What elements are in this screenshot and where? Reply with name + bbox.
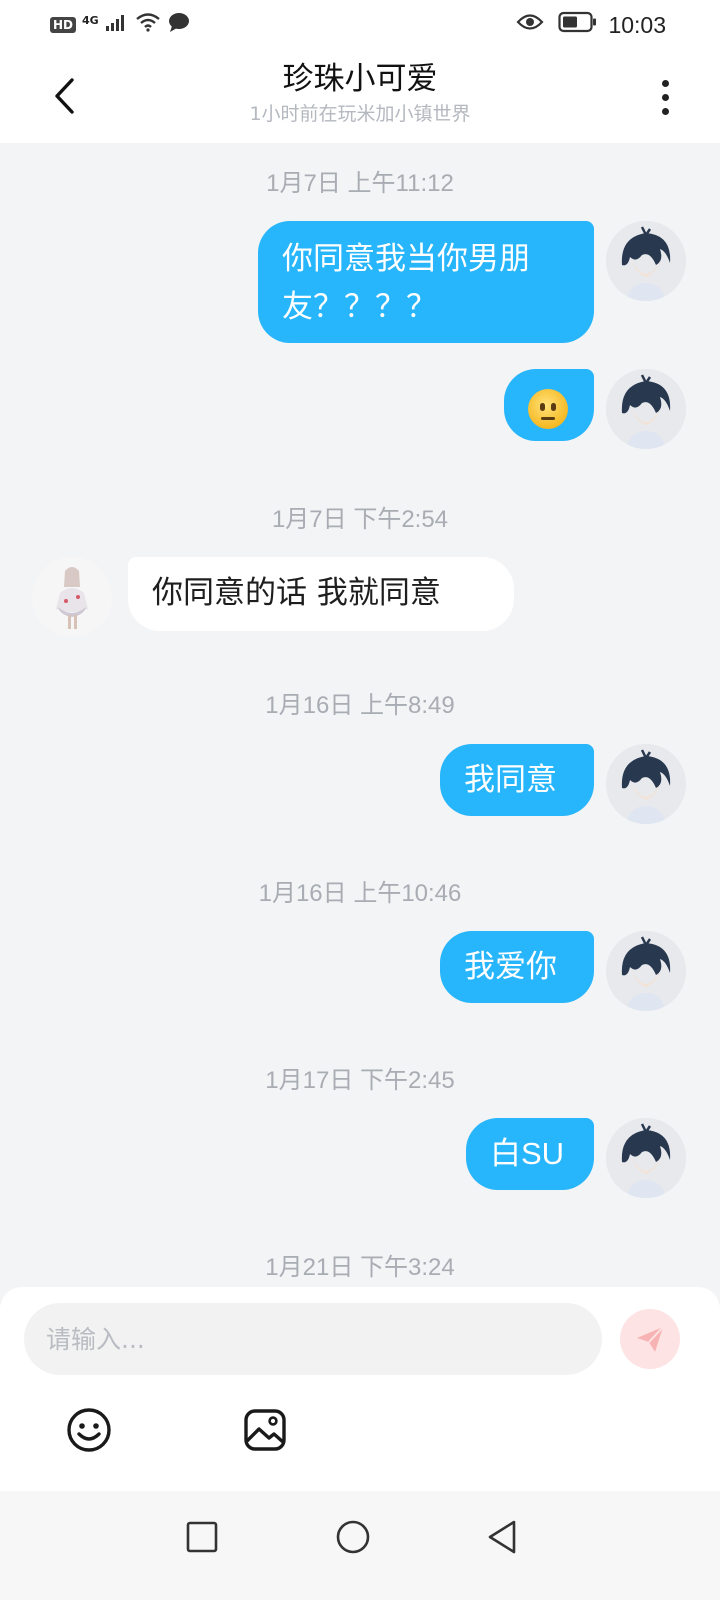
message-timestamp: 1月7日 下午2:54 (271, 506, 449, 533)
message-row-received: 你同意的话 我就同意 (0, 557, 720, 637)
more-dot (661, 93, 669, 101)
sent-message-bubble[interactable]: 我同意 (440, 744, 594, 816)
message-row-sent: 我同意 (0, 744, 720, 824)
sent-emoji-bubble[interactable] (504, 369, 594, 441)
recent-apps-icon (186, 1521, 218, 1553)
contact-name: 珍珠小可爱 (282, 61, 438, 97)
chat-message-list[interactable]: 1月7日 上午11:12 你同意我当你男朋 友？？？？ 1月7日 下午2:54 … (0, 143, 720, 1313)
status-left: HD 4G (50, 11, 191, 39)
my-avatar[interactable] (606, 931, 686, 1011)
back-triangle-icon (488, 1520, 516, 1554)
contact-status: 1小时前在玩米加小镇世界 (249, 103, 471, 125)
my-avatar[interactable] (606, 221, 686, 301)
received-message-bubble[interactable]: 你同意的话 我就同意 (128, 557, 514, 631)
system-navigation-bar (0, 1491, 720, 1600)
message-row-sent: 白SU (0, 1118, 720, 1198)
recent-apps-button[interactable] (177, 1512, 227, 1562)
send-icon (637, 1326, 664, 1352)
message-row-sent (0, 369, 720, 449)
chat-header: 珍珠小可爱 1小时前在玩米加小镇世界 (0, 50, 720, 143)
wifi-icon (135, 12, 161, 38)
message-input[interactable] (24, 1303, 602, 1375)
clock: 10:03 (608, 11, 666, 38)
home-icon (336, 1520, 370, 1554)
signal-icon (105, 12, 129, 38)
more-options-button[interactable] (650, 74, 680, 120)
more-dot (661, 79, 669, 87)
home-button[interactable] (328, 1512, 378, 1562)
sent-message-bubble[interactable]: 白SU (466, 1118, 594, 1190)
message-timestamp: 1月7日 上午11:12 (266, 170, 454, 197)
sent-message-bubble[interactable]: 我爱你 (440, 931, 594, 1003)
my-avatar[interactable] (606, 744, 686, 824)
network-type: 4G (82, 13, 99, 27)
message-row-sent: 我爱你 (0, 931, 720, 1011)
message-timestamp: 1月16日 上午8:49 (265, 692, 455, 719)
message-row-sent: 你同意我当你男朋 友？？？？ (0, 221, 720, 347)
hd-badge: HD (50, 17, 77, 33)
sent-message-bubble[interactable]: 你同意我当你男朋 友？？？？ (258, 221, 594, 343)
image-icon (244, 1409, 286, 1451)
message-composer (0, 1287, 720, 1491)
message-timestamp: 1月17日 下午2:45 (265, 1067, 455, 1094)
neutral-face-emoji (528, 388, 568, 429)
send-button[interactable] (620, 1309, 680, 1369)
message-timestamp: 1月16日 上午10:46 (258, 880, 462, 907)
message-timestamp: 1月21日 下午3:24 (265, 1254, 455, 1281)
eye-icon (516, 12, 544, 38)
more-dot (661, 107, 669, 115)
back-nav-button[interactable] (477, 1512, 527, 1562)
emoji-icon (67, 1408, 111, 1452)
my-avatar[interactable] (606, 1118, 686, 1198)
battery-icon (558, 11, 598, 39)
my-avatar[interactable] (606, 369, 686, 449)
title-block: 珍珠小可爱 1小时前在玩米加小镇世界 (0, 58, 720, 128)
emoji-button[interactable] (64, 1405, 114, 1455)
message-icon (167, 11, 191, 39)
contact-avatar[interactable] (32, 557, 112, 637)
image-button[interactable] (240, 1405, 290, 1455)
status-right: 10:03 (516, 11, 666, 39)
status-bar: HD 4G 10:03 (0, 0, 720, 50)
